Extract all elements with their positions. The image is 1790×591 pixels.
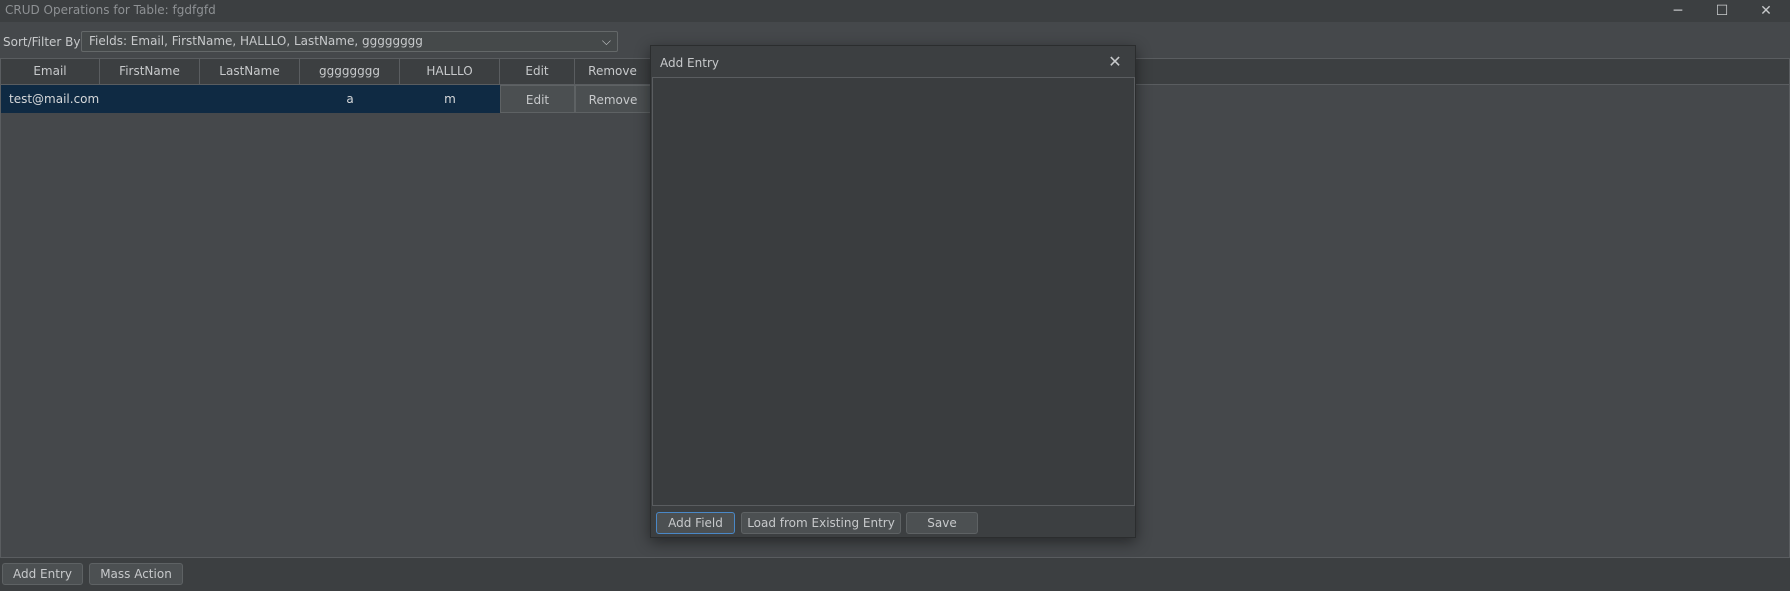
dialog-fields-panel [652, 77, 1135, 506]
column-header-lastname[interactable]: LastName [200, 59, 300, 84]
cell-gggggggg[interactable]: a [300, 85, 400, 113]
title-bar: CRUD Operations for Table: fgdfgfd ─ ☐ ✕ [0, 0, 1790, 22]
close-icon[interactable]: ✕ [1744, 0, 1788, 22]
table-row[interactable]: test@mail.com a m Edit Remove [1, 85, 651, 113]
cell-firstname[interactable] [100, 85, 200, 113]
add-entry-button[interactable]: Add Entry [2, 563, 83, 585]
column-header-halllo[interactable]: HALLLO [400, 59, 500, 84]
sort-filter-value: Fields: Email, FirstName, HALLLO, LastNa… [89, 34, 423, 48]
dialog-title: Add Entry [660, 56, 719, 70]
load-existing-entry-button[interactable]: Load from Existing Entry [741, 512, 901, 534]
column-header-firstname[interactable]: FirstName [100, 59, 200, 84]
add-field-button[interactable]: Add Field [656, 512, 735, 534]
bottom-toolbar: Add Entry Mass Action [0, 558, 1790, 591]
dialog-close-icon[interactable]: ✕ [1105, 52, 1125, 72]
save-button[interactable]: Save [906, 512, 978, 534]
sort-filter-select[interactable]: Fields: Email, FirstName, HALLLO, LastNa… [81, 31, 618, 52]
chevron-down-icon: ⌵ [601, 34, 611, 48]
column-header-email[interactable]: Email [1, 59, 100, 84]
edit-button[interactable]: Edit [500, 85, 575, 113]
column-header-remove[interactable]: Remove [575, 59, 651, 84]
column-header-gggggggg[interactable]: gggggggg [300, 59, 400, 84]
column-header-edit[interactable]: Edit [500, 59, 575, 84]
cell-halllo[interactable]: m [400, 85, 500, 113]
window-title: CRUD Operations for Table: fgdfgfd [5, 3, 216, 17]
add-entry-dialog: Add Entry ✕ Add Field Load from Existing… [650, 45, 1136, 538]
mass-action-button[interactable]: Mass Action [89, 563, 183, 585]
minimize-icon[interactable]: ─ [1656, 0, 1700, 22]
cell-email[interactable]: test@mail.com [1, 85, 100, 113]
cell-lastname[interactable] [200, 85, 300, 113]
remove-button[interactable]: Remove [575, 85, 651, 113]
maximize-icon[interactable]: ☐ [1700, 0, 1744, 22]
sort-filter-label: Sort/Filter By: [3, 35, 84, 49]
